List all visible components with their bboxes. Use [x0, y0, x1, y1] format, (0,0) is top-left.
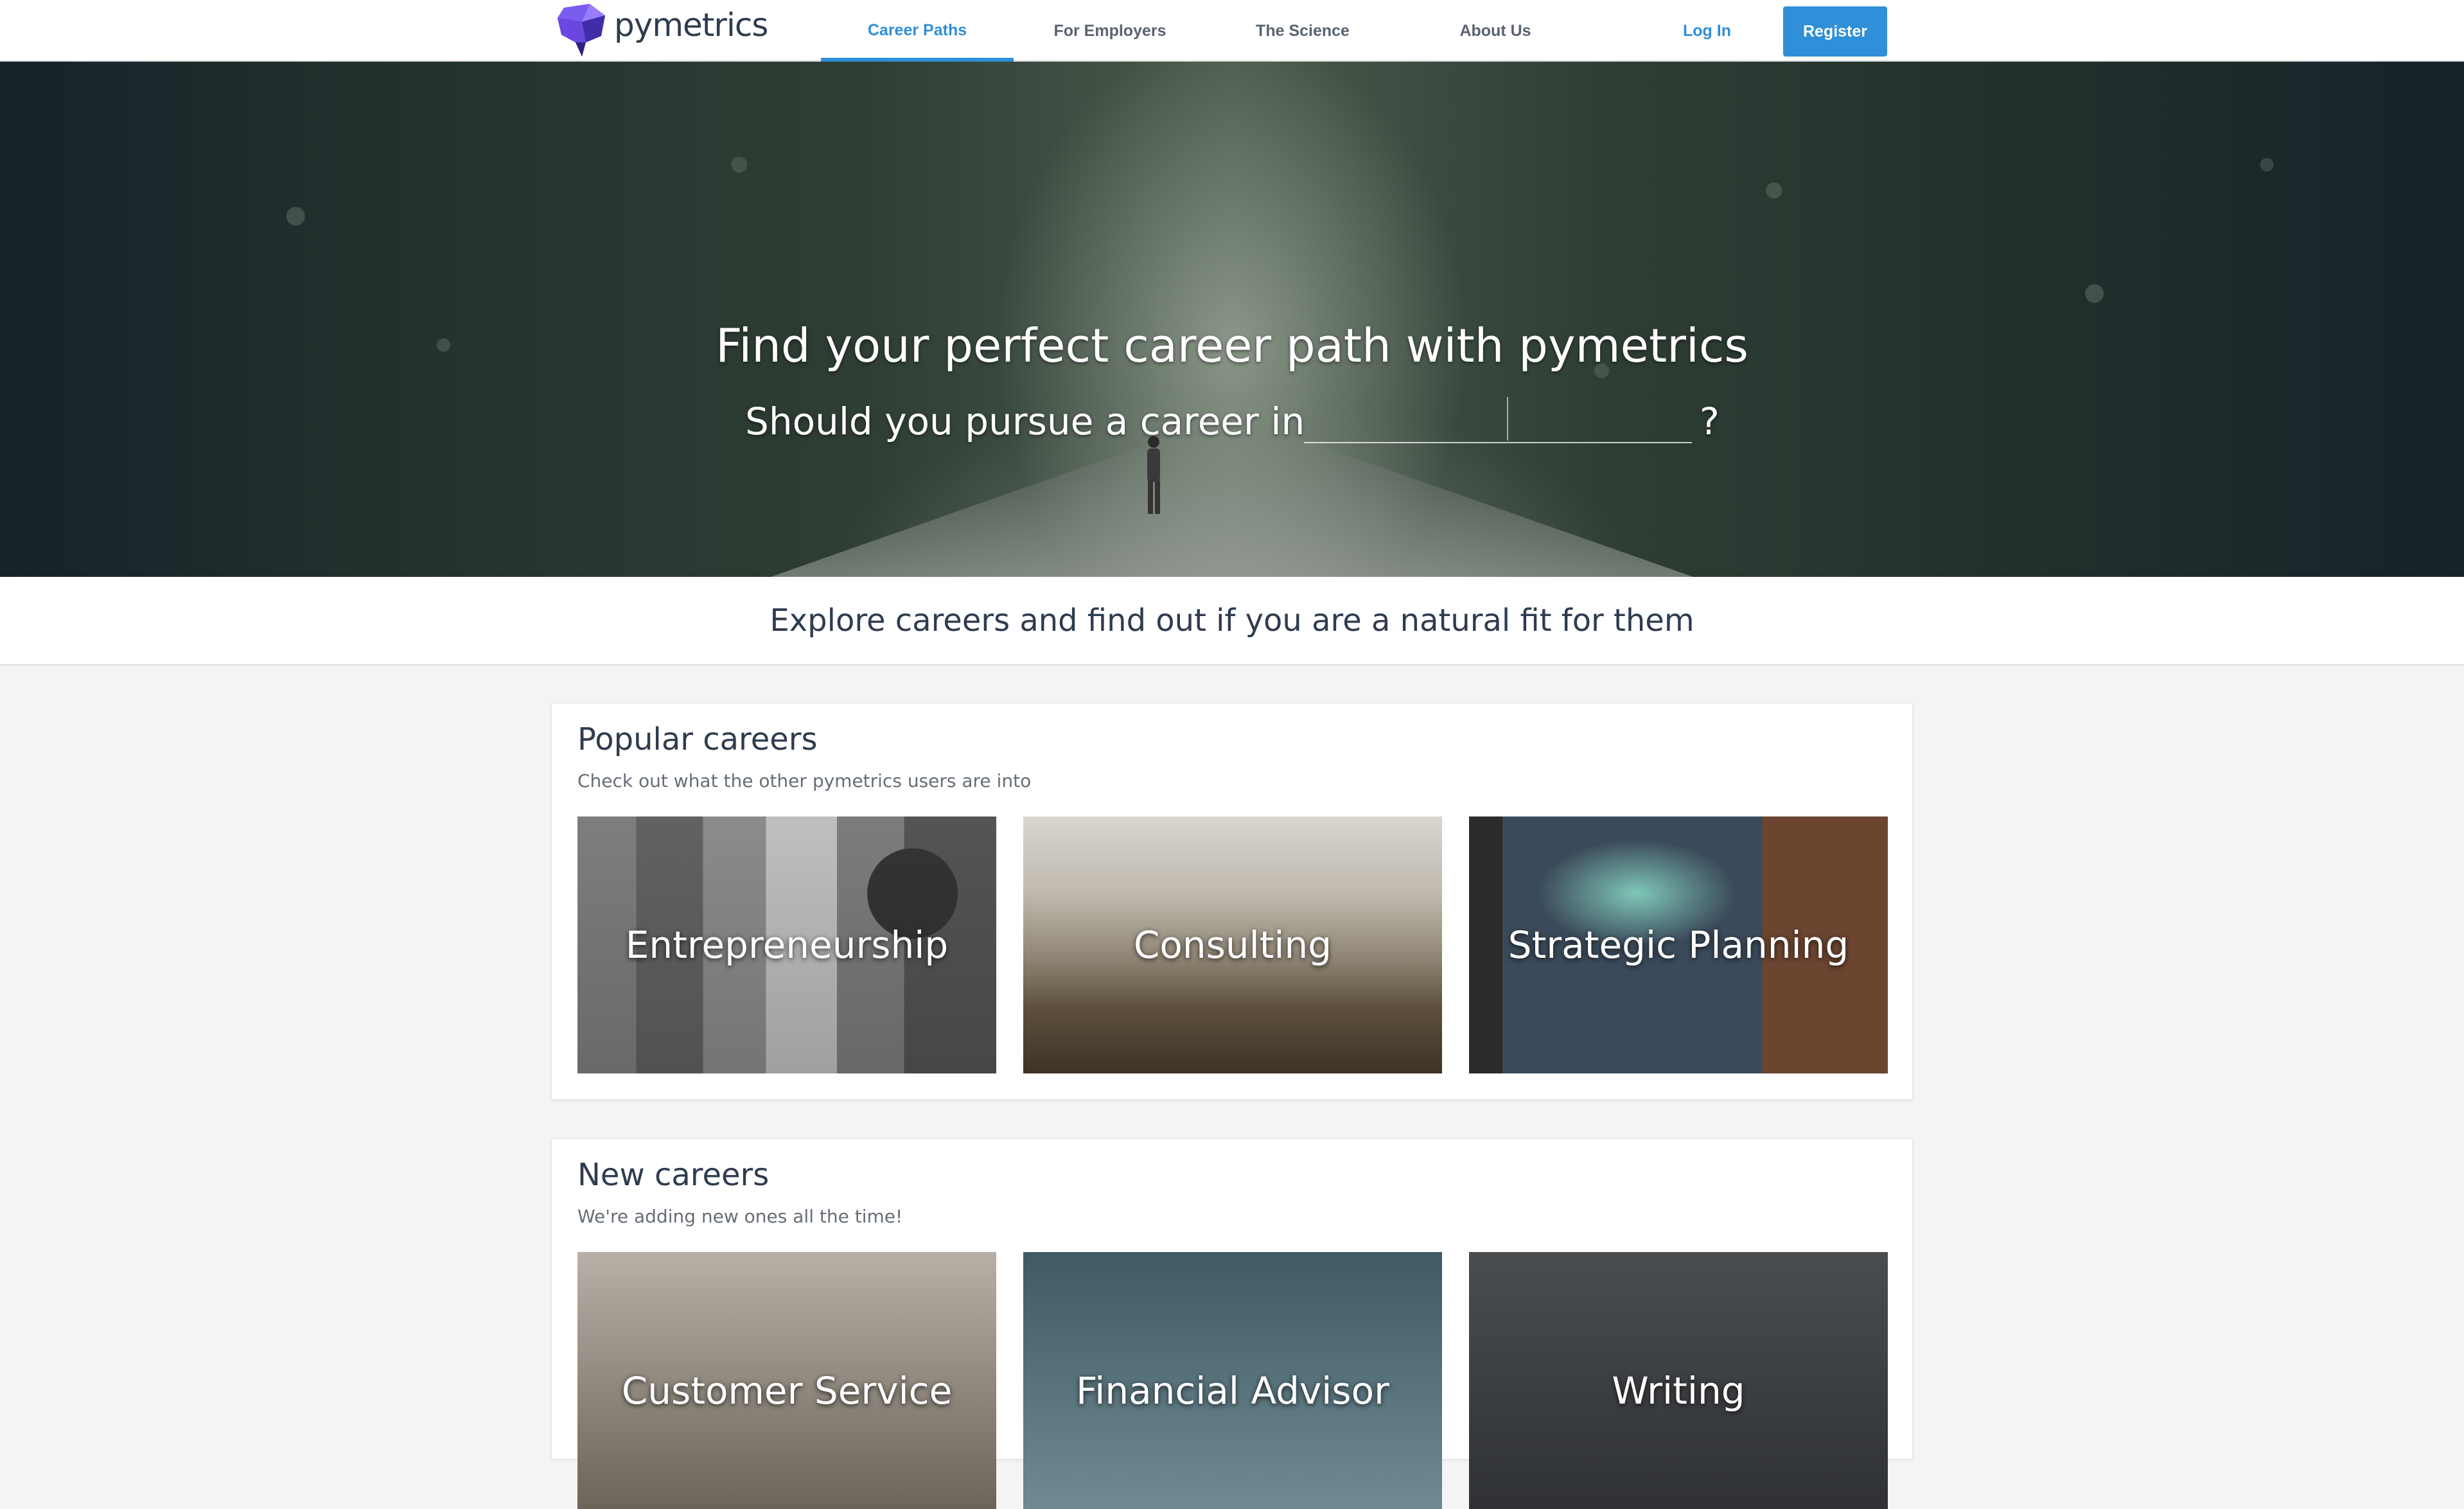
login-link[interactable]: Log In: [1683, 0, 1731, 62]
career-tile-label: Financial Advisor: [1076, 1369, 1389, 1413]
section-title: New careers: [577, 1157, 770, 1193]
career-tile-entrepreneurship[interactable]: Entrepreneurship: [577, 816, 996, 1073]
hero-prompt: Should you pursue a career in: [745, 400, 1305, 443]
career-tile-strategic-planning[interactable]: Strategic Planning: [1469, 816, 1888, 1073]
question-mark: ?: [1700, 400, 1720, 443]
career-tile-label: Writing: [1612, 1369, 1745, 1413]
brand-name: pymetrics: [614, 6, 768, 44]
brand-logo[interactable]: pymetrics: [556, 3, 768, 58]
new-careers-section: New careers We're adding new ones all th…: [551, 1138, 1913, 1509]
career-tile-label: Consulting: [1133, 923, 1332, 967]
popular-careers-section: Popular careers Check out what the other…: [551, 703, 1913, 1100]
section-subtitle: Check out what the other pymetrics users…: [577, 770, 1032, 791]
career-tile-customer-service[interactable]: Customer Service: [577, 1252, 996, 1509]
section-title: Popular careers: [577, 721, 818, 757]
section-subtitle: We're adding new ones all the time!: [577, 1206, 903, 1227]
career-tile-label: Customer Service: [621, 1369, 953, 1413]
hero-banner: Find your perfect career path with pymet…: [0, 62, 2464, 577]
nav-for-employers[interactable]: For Employers: [1014, 0, 1206, 62]
explore-tagline: Explore careers and find out if you are …: [0, 577, 2464, 666]
career-tile-label: Strategic Planning: [1508, 923, 1849, 967]
nav-career-paths[interactable]: Career Paths: [821, 0, 1014, 62]
nav-about-us[interactable]: About Us: [1399, 0, 1592, 62]
career-tile-writing[interactable]: Writing: [1469, 1252, 1888, 1509]
nav-the-science[interactable]: The Science: [1206, 0, 1399, 62]
purple-head-logo-icon: [558, 4, 605, 57]
register-button[interactable]: Register: [1783, 6, 1887, 57]
career-tile-label: Entrepreneurship: [625, 923, 949, 967]
career-search-input[interactable]: [1304, 396, 1692, 443]
top-navbar: pymetrics Career Paths For Employers The…: [0, 0, 2464, 62]
career-tile-consulting[interactable]: Consulting: [1023, 816, 1442, 1073]
career-tile-financial-advisor[interactable]: Financial Advisor: [1023, 1252, 1442, 1509]
hero-title: Find your perfect career path with pymet…: [716, 319, 1748, 373]
input-divider: [1507, 397, 1508, 441]
